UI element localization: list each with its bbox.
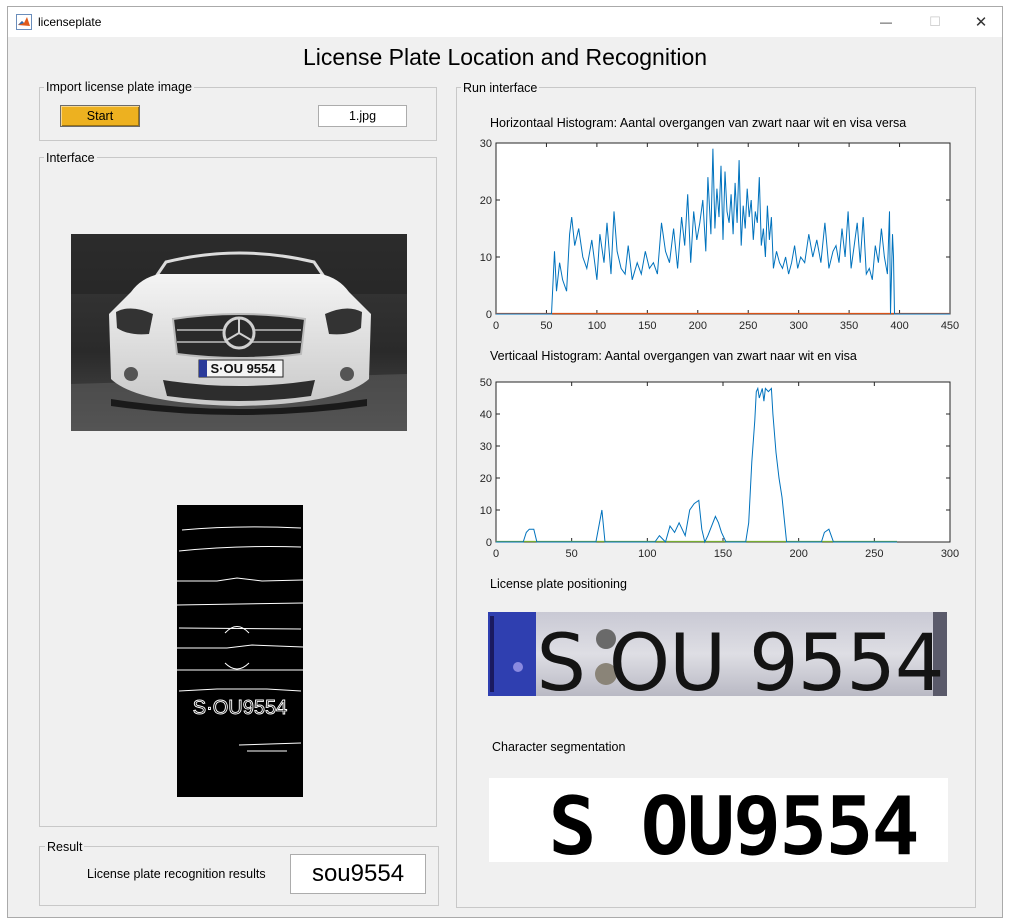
maximize-icon: ☐ (929, 14, 941, 29)
app-title: License Plate Location and Recognition (302, 44, 708, 70)
y-tick-label: 20 (480, 473, 492, 485)
plate-positioning-image: S OU 9554 (488, 612, 947, 696)
plate-positioning-title: License plate positioning (490, 577, 627, 591)
y-tick-label: 10 (480, 505, 492, 517)
x-tick-label: 300 (789, 320, 807, 332)
y-tick-label: 50 (480, 377, 492, 389)
y-tick-label: 30 (480, 138, 492, 150)
horizontal-histogram-title: Horizontaal Histogram: Aantal overgangen… (490, 116, 907, 130)
character-segmentation-text: S OU9554 (548, 780, 917, 862)
result-label: License plate recognition results (87, 867, 266, 881)
close-icon: ✕ (974, 14, 988, 31)
character-segmentation-title: Character segmentation (492, 740, 626, 754)
minimize-button[interactable]: — (863, 7, 909, 37)
x-tick-label: 50 (566, 548, 578, 560)
title-bar: licenseplate — ☐ ✕ (8, 7, 1002, 37)
x-tick-label: 300 (941, 548, 959, 560)
import-panel-title: Import license plate image (44, 80, 194, 94)
x-tick-label: 250 (739, 320, 757, 332)
app-window: licenseplate — ☐ ✕ License Plate Locatio… (7, 6, 1003, 918)
y-tick-label: 0 (486, 537, 492, 549)
x-tick-label: 400 (890, 320, 908, 332)
plot-area (495, 381, 951, 543)
y-tick-label: 10 (480, 252, 492, 264)
character-segmentation-image: S OU9554 (489, 778, 948, 862)
horizontal-histogram-chart: 0 50 100 150 200 250 300 350 400 450 0 10 20 30 (480, 138, 959, 332)
vertical-histogram-chart: 0 50 100 150 200 250 300 0 10 20 30 40 50 (480, 377, 959, 560)
file-name-field[interactable]: 1.jpg (318, 105, 407, 127)
x-tick-label: 0 (493, 548, 499, 560)
x-tick-label: 50 (540, 320, 552, 332)
x-tick-label: 100 (588, 320, 606, 332)
vertical-histogram-title: Verticaal Histogram: Aantal overgangen v… (490, 349, 857, 363)
result-value: sou9554 (290, 854, 426, 894)
minimize-icon: — (880, 15, 892, 29)
plate-positioning-text: S OU 9554 (536, 619, 943, 696)
x-tick-label: 0 (493, 320, 499, 332)
x-tick-label: 150 (638, 320, 656, 332)
x-tick-label: 100 (638, 548, 656, 560)
x-tick-label: 450 (941, 320, 959, 332)
y-tick-label: 30 (480, 441, 492, 453)
matlab-icon (16, 14, 32, 30)
car-image: S·OU 9554 (71, 234, 407, 431)
x-tick-label: 200 (689, 320, 707, 332)
x-tick-label: 200 (789, 548, 807, 560)
interface-panel-title: Interface (44, 151, 97, 165)
edge-detection-image: S·OU9554 (177, 505, 303, 797)
x-tick-label: 350 (840, 320, 858, 332)
edge-plate-text: S·OU9554 (193, 697, 288, 719)
run-interface-panel-title: Run interface (461, 81, 540, 95)
y-tick-label: 0 (486, 309, 492, 321)
close-button[interactable]: ✕ (958, 7, 1002, 37)
y-tick-label: 20 (480, 195, 492, 207)
window-title: licenseplate (38, 15, 102, 29)
result-panel-title: Result (45, 840, 85, 854)
start-button[interactable]: Start (60, 105, 140, 127)
x-tick-label: 150 (714, 548, 732, 560)
car-plate-text: S·OU 9554 (210, 361, 276, 376)
x-tick-label: 250 (865, 548, 883, 560)
maximize-button[interactable]: ☐ (912, 7, 958, 37)
y-tick-label: 40 (480, 409, 492, 421)
